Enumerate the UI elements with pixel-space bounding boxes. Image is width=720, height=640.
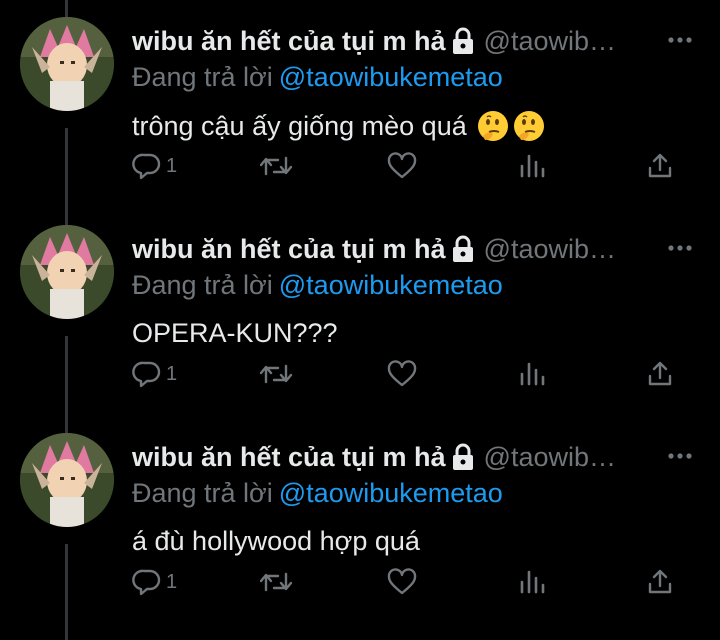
- retweet-icon: [259, 364, 293, 384]
- display-name[interactable]: wibu ăn hết của tụi m hả: [132, 26, 446, 57]
- handle[interactable]: @taowib…: [484, 26, 616, 57]
- more-icon[interactable]: [664, 28, 696, 52]
- retweet-icon: [259, 156, 293, 176]
- views-icon: [520, 362, 545, 386]
- reply-mention[interactable]: @taowibukemetao: [279, 270, 503, 300]
- views-button[interactable]: [518, 354, 546, 394]
- lock-icon: [450, 442, 476, 472]
- reply-icon: [132, 361, 161, 388]
- tweet-header: wibu ăn hết của tụi m hả @taowib…: [132, 440, 616, 474]
- reply-context: Đang trả lời @taowibukemetao: [132, 478, 503, 509]
- share-icon: [648, 569, 672, 594]
- tweet-text: OPERA-KUN???: [132, 318, 338, 349]
- reply-count: 1: [166, 570, 178, 593]
- action-bar: 1: [0, 146, 720, 186]
- tweet[interactable]: wibu ăn hết của tụi m hả @taowib… Đang t…: [0, 416, 720, 624]
- tweet-header: wibu ăn hết của tụi m hả @taowib…: [132, 24, 616, 58]
- tweet-body: OPERA-KUN???: [132, 318, 338, 348]
- action-bar: 1: [0, 562, 720, 602]
- reply-prefix: Đang trả lời: [132, 270, 273, 300]
- like-button[interactable]: [387, 354, 417, 394]
- retweet-button[interactable]: [258, 562, 294, 602]
- action-bar: 1: [0, 354, 720, 394]
- reply-context: Đang trả lời @taowibukemetao: [132, 270, 503, 301]
- tweet-text: á đù hollywood hợp quá: [132, 526, 420, 557]
- reply-button[interactable]: 1: [132, 562, 177, 602]
- reply-icon: [132, 569, 161, 596]
- reply-prefix: Đang trả lời: [132, 62, 273, 92]
- share-icon: [648, 153, 672, 178]
- tweet[interactable]: wibu ăn hết của tụi m hả @taowib… Đang t…: [0, 208, 720, 416]
- tweet-body: á đù hollywood hợp quá: [132, 526, 420, 556]
- tweet-text: trông cậu ấy giống mèo quá: [132, 110, 545, 142]
- like-icon: [387, 568, 417, 595]
- share-button[interactable]: [646, 354, 674, 394]
- views-button[interactable]: [518, 562, 546, 602]
- more-icon[interactable]: [664, 236, 696, 260]
- reply-mention[interactable]: @taowibukemetao: [279, 62, 503, 92]
- reply-button[interactable]: 1: [132, 354, 177, 394]
- lock-icon: [450, 26, 476, 56]
- share-button[interactable]: [646, 562, 674, 602]
- display-name[interactable]: wibu ăn hết của tụi m hả: [132, 442, 446, 473]
- handle[interactable]: @taowib…: [484, 234, 616, 265]
- reply-count: 1: [166, 362, 178, 385]
- like-button[interactable]: [387, 146, 417, 186]
- reply-prefix: Đang trả lời: [132, 478, 273, 508]
- reply-context: Đang trả lời @taowibukemetao: [132, 62, 503, 93]
- retweet-icon: [259, 572, 293, 592]
- like-icon: [387, 152, 417, 179]
- reply-count: 1: [166, 154, 178, 177]
- like-icon: [387, 360, 417, 387]
- handle[interactable]: @taowib…: [484, 442, 616, 473]
- reply-icon: [132, 153, 161, 180]
- like-button[interactable]: [387, 562, 417, 602]
- lock-icon: [450, 234, 476, 264]
- tweet-header: wibu ăn hết của tụi m hả @taowib…: [132, 232, 616, 266]
- reply-button[interactable]: 1: [132, 146, 177, 186]
- more-icon[interactable]: [664, 444, 696, 468]
- avatar[interactable]: [20, 225, 114, 319]
- share-icon: [648, 361, 672, 386]
- display-name[interactable]: wibu ăn hết của tụi m hả: [132, 234, 446, 265]
- tweet[interactable]: wibu ăn hết của tụi m hả @taowib… Đang t…: [0, 0, 720, 208]
- thinking-face-icon: [477, 110, 509, 142]
- avatar[interactable]: [20, 17, 114, 111]
- views-icon: [520, 570, 545, 594]
- avatar[interactable]: [20, 433, 114, 527]
- tweet-body: trông cậu ấy giống mèo quá: [132, 110, 467, 141]
- views-button[interactable]: [518, 146, 546, 186]
- share-button[interactable]: [646, 146, 674, 186]
- retweet-button[interactable]: [258, 146, 294, 186]
- retweet-button[interactable]: [258, 354, 294, 394]
- reply-mention[interactable]: @taowibukemetao: [279, 478, 503, 508]
- thinking-face-icon: [513, 110, 545, 142]
- views-icon: [520, 154, 545, 178]
